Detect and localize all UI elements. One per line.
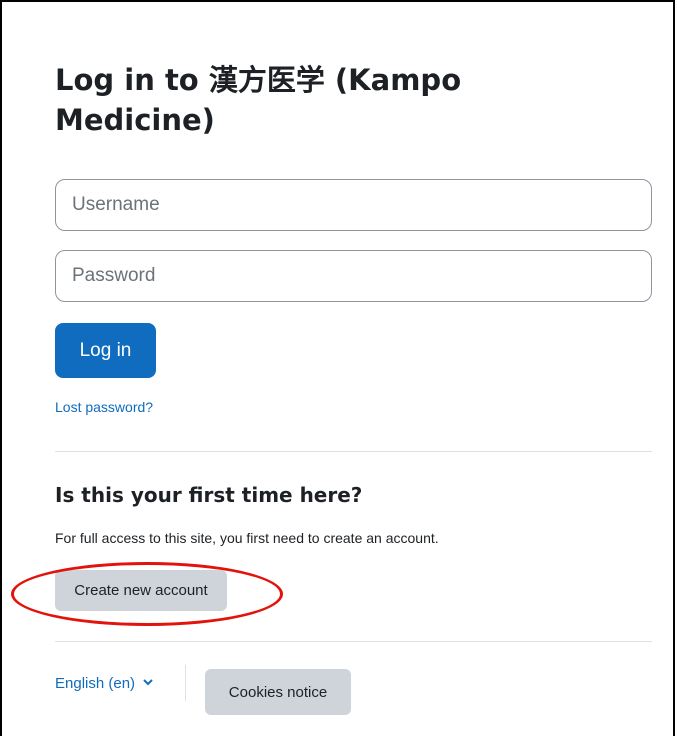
signup-info-text: For full access to this site, you first … bbox=[55, 530, 439, 546]
password-input[interactable] bbox=[55, 250, 652, 302]
divider bbox=[55, 641, 652, 642]
footer-separator bbox=[185, 665, 186, 701]
language-label: English (en) bbox=[55, 674, 136, 692]
login-card: Log in to 漢方医学 (Kampo Medicine) Log in L… bbox=[11, 60, 652, 715]
signup-heading: Is this your first time here? bbox=[55, 483, 363, 507]
language-selector[interactable]: English (en) bbox=[55, 657, 153, 709]
cookies-notice-button[interactable]: Cookies notice bbox=[205, 669, 351, 715]
login-button[interactable]: Log in bbox=[55, 323, 156, 378]
lost-password-link[interactable]: Lost password? bbox=[55, 399, 153, 415]
username-input[interactable] bbox=[55, 179, 652, 231]
create-new-account-button[interactable]: Create new account bbox=[55, 570, 227, 611]
page-title: Log in to 漢方医学 (Kampo Medicine) bbox=[55, 63, 462, 137]
chevron-down-icon bbox=[143, 677, 153, 689]
divider bbox=[55, 451, 652, 452]
